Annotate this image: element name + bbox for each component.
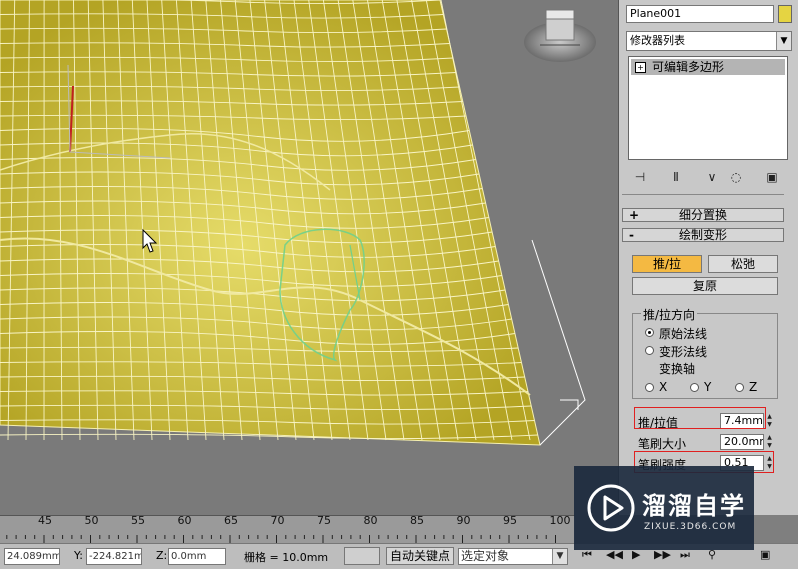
radio-deformed-normals[interactable] <box>645 346 654 355</box>
chevron-down-icon[interactable]: ▼ <box>776 32 791 50</box>
timeline-tick-label: 95 <box>503 514 517 527</box>
coord-z-label: Z: <box>156 549 167 562</box>
radio-label: X <box>659 380 667 394</box>
configure-modifier-sets-icon[interactable]: ▣ <box>762 168 782 186</box>
object-color-swatch[interactable] <box>778 5 792 23</box>
radio-original-normals[interactable] <box>645 328 654 337</box>
timeline-tick-label: 60 <box>178 514 192 527</box>
go-to-end-icon[interactable]: ⏭ <box>680 548 690 562</box>
grid-size-label: 栅格 = 10.0mm <box>244 549 328 565</box>
push-pull-button[interactable]: 推/拉 <box>632 255 702 273</box>
revert-button[interactable]: 复原 <box>632 277 778 295</box>
timeline-tick-label: 45 <box>38 514 52 527</box>
viewport-perspective[interactable] <box>0 0 618 515</box>
rollout-title: 细分置换 <box>679 208 727 222</box>
radio-axis-x[interactable] <box>645 383 654 392</box>
stack-item-editable-poly[interactable]: + 可编辑多边形 <box>631 59 785 75</box>
group-title: 推/拉方向 <box>641 306 697 323</box>
coord-y-label: Y: <box>74 549 83 562</box>
maximize-viewport-icon[interactable]: ▣ <box>760 548 770 561</box>
rollout-expand-icon: + <box>629 209 639 221</box>
coord-y-field[interactable]: -224.821m <box>86 548 142 565</box>
selection-set-label: 选定对象 <box>461 549 509 563</box>
rollout-paint-deformation[interactable]: - 绘制变形 <box>622 228 784 242</box>
radio-label: 原始法线 <box>659 325 707 342</box>
play-logo-icon <box>586 483 636 533</box>
radio-label: Z <box>749 380 757 394</box>
radio-axis-z[interactable] <box>735 383 744 392</box>
remove-modifier-icon[interactable]: ◌ <box>726 168 746 186</box>
make-unique-icon[interactable]: ∨ <box>702 168 722 186</box>
watermark-title: 溜溜自学 <box>642 486 746 521</box>
relax-button[interactable]: 松弛 <box>708 255 778 273</box>
key-icon[interactable] <box>344 547 380 565</box>
radio-label: Y <box>704 380 711 394</box>
radio-label: 变形法线 <box>659 343 707 360</box>
timeline-tick-label: 55 <box>131 514 145 527</box>
timeline-tick-label: 75 <box>317 514 331 527</box>
pin-stack-icon[interactable]: ⊣ <box>630 168 650 186</box>
timeline-tick-label: 65 <box>224 514 238 527</box>
watermark: 溜溜自学 ZIXUE.3D66.COM <box>574 466 754 550</box>
highlight-box <box>634 407 766 429</box>
coord-z-field[interactable]: 0.0mm <box>168 548 226 565</box>
object-name-field[interactable]: Plane001 <box>626 5 774 23</box>
radio-axis-y[interactable] <box>690 383 699 392</box>
timeline-tick-label: 90 <box>457 514 471 527</box>
modifier-list-dropdown[interactable]: 修改器列表 ▼ <box>626 31 792 51</box>
go-to-start-icon[interactable]: ⏮ <box>582 548 592 562</box>
watermark-url: ZIXUE.3D66.COM <box>644 522 736 532</box>
rollout-collapse-icon: - <box>629 229 634 241</box>
show-end-result-icon[interactable]: Ⅱ <box>666 168 686 186</box>
brush-size-field[interactable]: 20.0mm <box>720 434 764 450</box>
viewport-canvas[interactable] <box>0 0 618 515</box>
stack-item-label: 可编辑多边形 <box>652 60 724 74</box>
rollout-title: 绘制变形 <box>679 228 727 242</box>
modifier-list-label: 修改器列表 <box>630 34 685 47</box>
timeline-tick-label: 50 <box>85 514 99 527</box>
auto-key-button[interactable]: 自动关键点 <box>386 547 454 565</box>
brush-size-label: 笔刷大小 <box>638 435 686 452</box>
rollout-subdivision-displacement[interactable]: + 细分置换 <box>622 208 784 222</box>
timeline-tick-label: 80 <box>364 514 378 527</box>
divider <box>622 194 784 195</box>
radio-label: 变换轴 <box>659 360 695 377</box>
bounding-box-line <box>532 240 585 445</box>
timeline-tick-label: 70 <box>271 514 285 527</box>
expand-icon[interactable]: + <box>635 62 646 73</box>
selection-set-dropdown[interactable]: 选定对象 ▼ <box>458 548 568 565</box>
bounding-box-line-2 <box>560 400 578 410</box>
timeline-tick-label: 85 <box>410 514 424 527</box>
modifier-stack[interactable]: + 可编辑多边形 <box>628 56 788 160</box>
spinner-icon[interactable]: ▲▼ <box>765 434 774 450</box>
spinner-icon[interactable]: ▲▼ <box>765 413 774 429</box>
nav-cube-icon <box>524 10 596 62</box>
coord-x-field[interactable]: 24.089mm <box>4 548 60 565</box>
chevron-down-icon[interactable]: ▼ <box>552 549 567 564</box>
timeline-tick-label: 100 <box>550 514 571 527</box>
